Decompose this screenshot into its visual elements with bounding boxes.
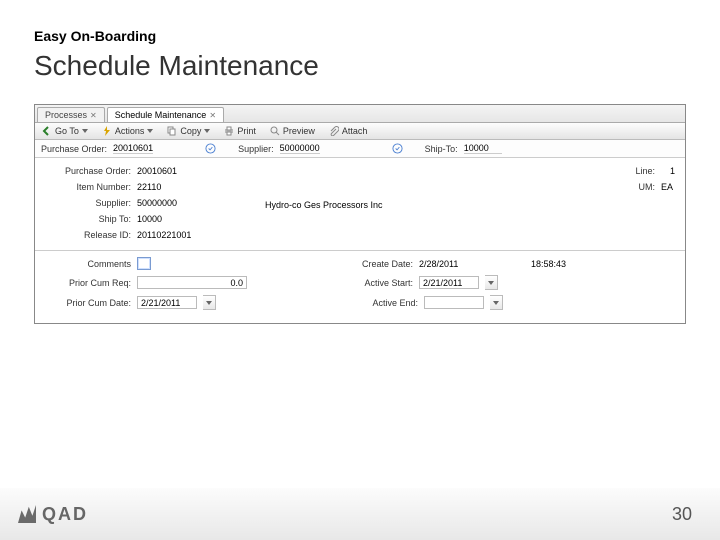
supplier-label: Supplier:: [45, 198, 131, 208]
filter-po-value[interactable]: 20010601: [113, 143, 153, 154]
shipto-value: 10000: [137, 214, 162, 224]
lookup-icon[interactable]: [205, 143, 216, 154]
qad-logo: QAD: [18, 504, 88, 525]
comments-label: Comments: [45, 259, 131, 269]
toolbar-label: Go To: [55, 126, 79, 136]
chevron-down-icon: [204, 129, 210, 133]
print-button[interactable]: Print: [221, 125, 259, 137]
date-dropdown-icon[interactable]: [485, 275, 498, 290]
activeend-input[interactable]: [424, 296, 484, 309]
filter-shipto-label: Ship-To:: [425, 144, 458, 154]
filter-supplier-value[interactable]: 50000000: [280, 143, 320, 154]
comments-checkbox[interactable]: [137, 257, 151, 270]
tab-processes[interactable]: Processes ✕: [37, 107, 105, 122]
shipto-label: Ship To:: [45, 214, 131, 224]
line-value: 1: [661, 166, 675, 176]
logo-mark-icon: [18, 505, 36, 523]
preview-button[interactable]: Preview: [267, 125, 318, 137]
filter-shipto-value[interactable]: 10000: [464, 143, 502, 154]
chevron-down-icon: [82, 129, 88, 133]
arrow-left-icon: [42, 126, 52, 136]
details-panel: Purchase Order: 20010601 Item Number: 2211…: [35, 158, 685, 250]
activestart-label: Active Start:: [343, 278, 413, 288]
item-value: 22110: [137, 182, 161, 192]
createtime-value: 18:58:43: [531, 259, 566, 269]
attach-button[interactable]: Attach: [326, 125, 371, 137]
chevron-down-icon: [147, 129, 153, 133]
date-dropdown-icon[interactable]: [490, 295, 503, 310]
um-value: EA: [661, 182, 675, 192]
copy-icon: [167, 126, 177, 136]
toolbar-label: Preview: [283, 126, 315, 136]
logo-text: QAD: [42, 504, 88, 525]
date-dropdown-icon[interactable]: [203, 295, 216, 310]
createdate-value: 2/28/2011: [419, 259, 479, 269]
slide-title: Schedule Maintenance: [34, 50, 686, 82]
tab-schedule-maintenance[interactable]: Schedule Maintenance ✕: [107, 107, 224, 122]
line-label: Line:: [625, 166, 655, 176]
slide-footer: QAD 30: [0, 488, 720, 540]
toolbar-label: Actions: [115, 126, 145, 136]
release-label: Release ID:: [45, 230, 131, 240]
item-label: Item Number:: [45, 182, 131, 192]
goto-button[interactable]: Go To: [39, 125, 91, 137]
toolbar-label: Print: [237, 126, 256, 136]
supplier-name: Hydro-co Ges Processors Inc: [265, 200, 445, 210]
page-number: 30: [672, 504, 692, 525]
priorcumdate-input[interactable]: 2/21/2011: [137, 296, 197, 309]
copy-button[interactable]: Copy: [164, 125, 213, 137]
createdate-label: Create Date:: [343, 259, 413, 269]
paperclip-icon: [329, 126, 339, 136]
filter-bar: Purchase Order: 20010601 Supplier: 50000…: [35, 140, 685, 158]
tab-label: Schedule Maintenance: [115, 110, 207, 120]
print-icon: [224, 126, 234, 136]
slide-eyebrow: Easy On-Boarding: [34, 28, 686, 44]
lookup-icon[interactable]: [392, 143, 403, 154]
tab-label: Processes: [45, 110, 87, 120]
um-label: UM:: [625, 182, 655, 192]
toolbar-label: Attach: [342, 126, 368, 136]
priorcumdate-label: Prior Cum Date:: [45, 298, 131, 308]
lightning-icon: [102, 126, 112, 136]
po-value: 20010601: [137, 166, 177, 176]
toolbar-label: Copy: [180, 126, 201, 136]
supplier-value: 50000000: [137, 198, 177, 208]
priorcum-label: Prior Cum Req:: [45, 278, 131, 288]
priorcum-input[interactable]: 0.0: [137, 276, 247, 289]
toolbar: Go To Actions Copy Print Preview: [35, 123, 685, 140]
filter-po-label: Purchase Order:: [41, 144, 107, 154]
release-value: 20110221001: [137, 230, 191, 240]
preview-icon: [270, 126, 280, 136]
close-icon[interactable]: ✕: [90, 111, 97, 120]
activeend-label: Active End:: [348, 298, 418, 308]
filter-supplier-label: Supplier:: [238, 144, 274, 154]
close-icon[interactable]: ✕: [209, 111, 216, 120]
app-window: Processes ✕ Schedule Maintenance ✕ Go To…: [34, 104, 686, 324]
tab-strip: Processes ✕ Schedule Maintenance ✕: [35, 105, 685, 123]
po-label: Purchase Order:: [45, 166, 131, 176]
actions-button[interactable]: Actions: [99, 125, 157, 137]
lower-panel: Comments Create Date: 2/28/2011 18:58:43…: [35, 250, 685, 323]
activestart-input[interactable]: 2/21/2011: [419, 276, 479, 289]
